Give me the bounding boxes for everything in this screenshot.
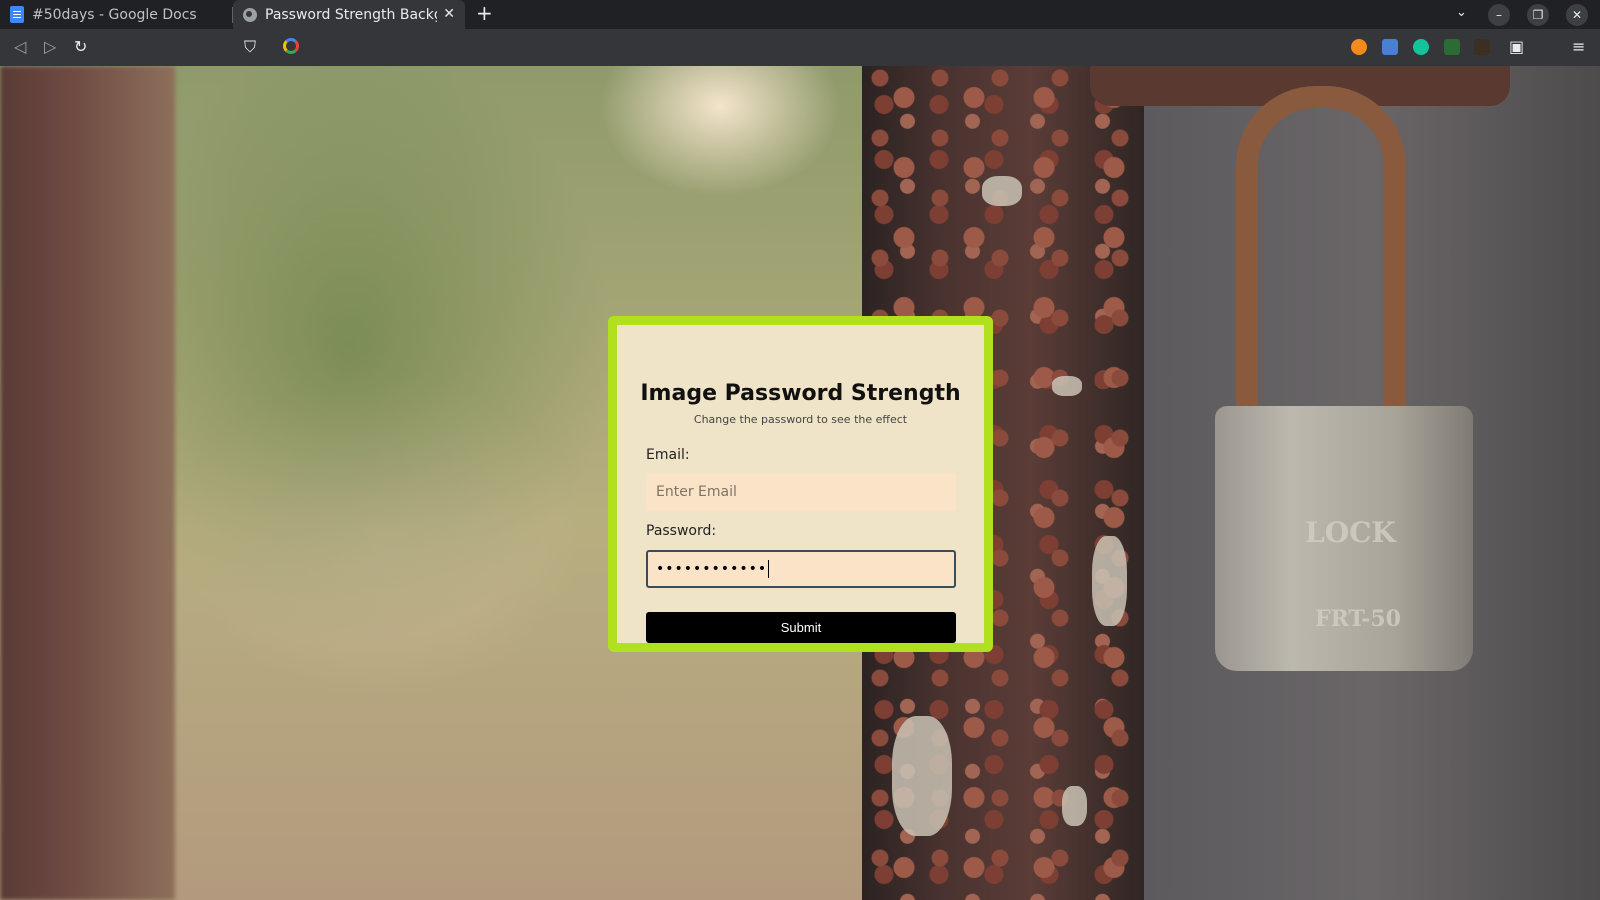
blurred-post <box>0 66 175 900</box>
tab-google-docs[interactable]: #50days - Google Docs <box>0 0 232 29</box>
email-placeholder: Enter Email <box>656 484 737 500</box>
email-field[interactable]: Enter Email <box>646 473 956 511</box>
back-arrow-icon[interactable]: ◁ <box>14 37 26 57</box>
close-window-button[interactable]: ✕ <box>1566 4 1588 26</box>
tab-title: Password Strength Backgr <box>265 6 437 23</box>
translate-icon[interactable] <box>1382 39 1398 55</box>
menu-icon[interactable]: ≡ <box>1572 37 1585 57</box>
password-value: •••••••••••• <box>656 561 768 577</box>
padlock: LOCK FRT-50 <box>1215 406 1473 671</box>
grammarly-icon[interactable] <box>1413 39 1429 55</box>
text-caret <box>768 560 770 578</box>
wallet-icon[interactable]: ▣ <box>1509 37 1524 57</box>
password-label: Password: <box>646 523 717 539</box>
password-field[interactable]: •••••••••••• <box>646 550 956 588</box>
tab-title: #50days - Google Docs <box>32 6 197 23</box>
page-background: LOCK FRT-50 Image Password Strength Chan… <box>0 66 1600 900</box>
tab-bar: #50days - Google Docs Password Strength … <box>0 0 1600 29</box>
tab-password-strength[interactable]: Password Strength Backgr ✕ <box>233 0 465 29</box>
moon-icon[interactable] <box>1351 39 1367 55</box>
password-card: Image Password Strength Change the passw… <box>608 316 993 652</box>
bookmark-icon[interactable]: ⛉ <box>244 37 256 57</box>
page-subtitle: Change the password to see the effect <box>693 413 908 426</box>
globe-icon <box>243 7 257 22</box>
tab-search-chevron-icon[interactable]: ⌄ <box>1456 5 1467 20</box>
address-bar[interactable] <box>278 32 1254 62</box>
google-docs-icon <box>10 6 24 23</box>
new-tab-button[interactable]: + <box>476 3 493 23</box>
reload-icon[interactable]: ↻ <box>74 37 87 57</box>
submit-button[interactable]: Submit <box>646 612 956 643</box>
n-icon[interactable] <box>1474 39 1490 55</box>
forward-arrow-icon[interactable]: ▷ <box>44 37 56 57</box>
close-tab-icon[interactable]: ✕ <box>443 6 455 22</box>
page-title: Image Password Strength <box>640 381 961 406</box>
minimize-button[interactable]: – <box>1488 4 1510 26</box>
restore-button[interactable]: ❐ <box>1527 4 1549 26</box>
google-icon <box>283 38 299 54</box>
timer-icon[interactable] <box>1444 39 1460 55</box>
email-label: Email: <box>646 447 690 463</box>
